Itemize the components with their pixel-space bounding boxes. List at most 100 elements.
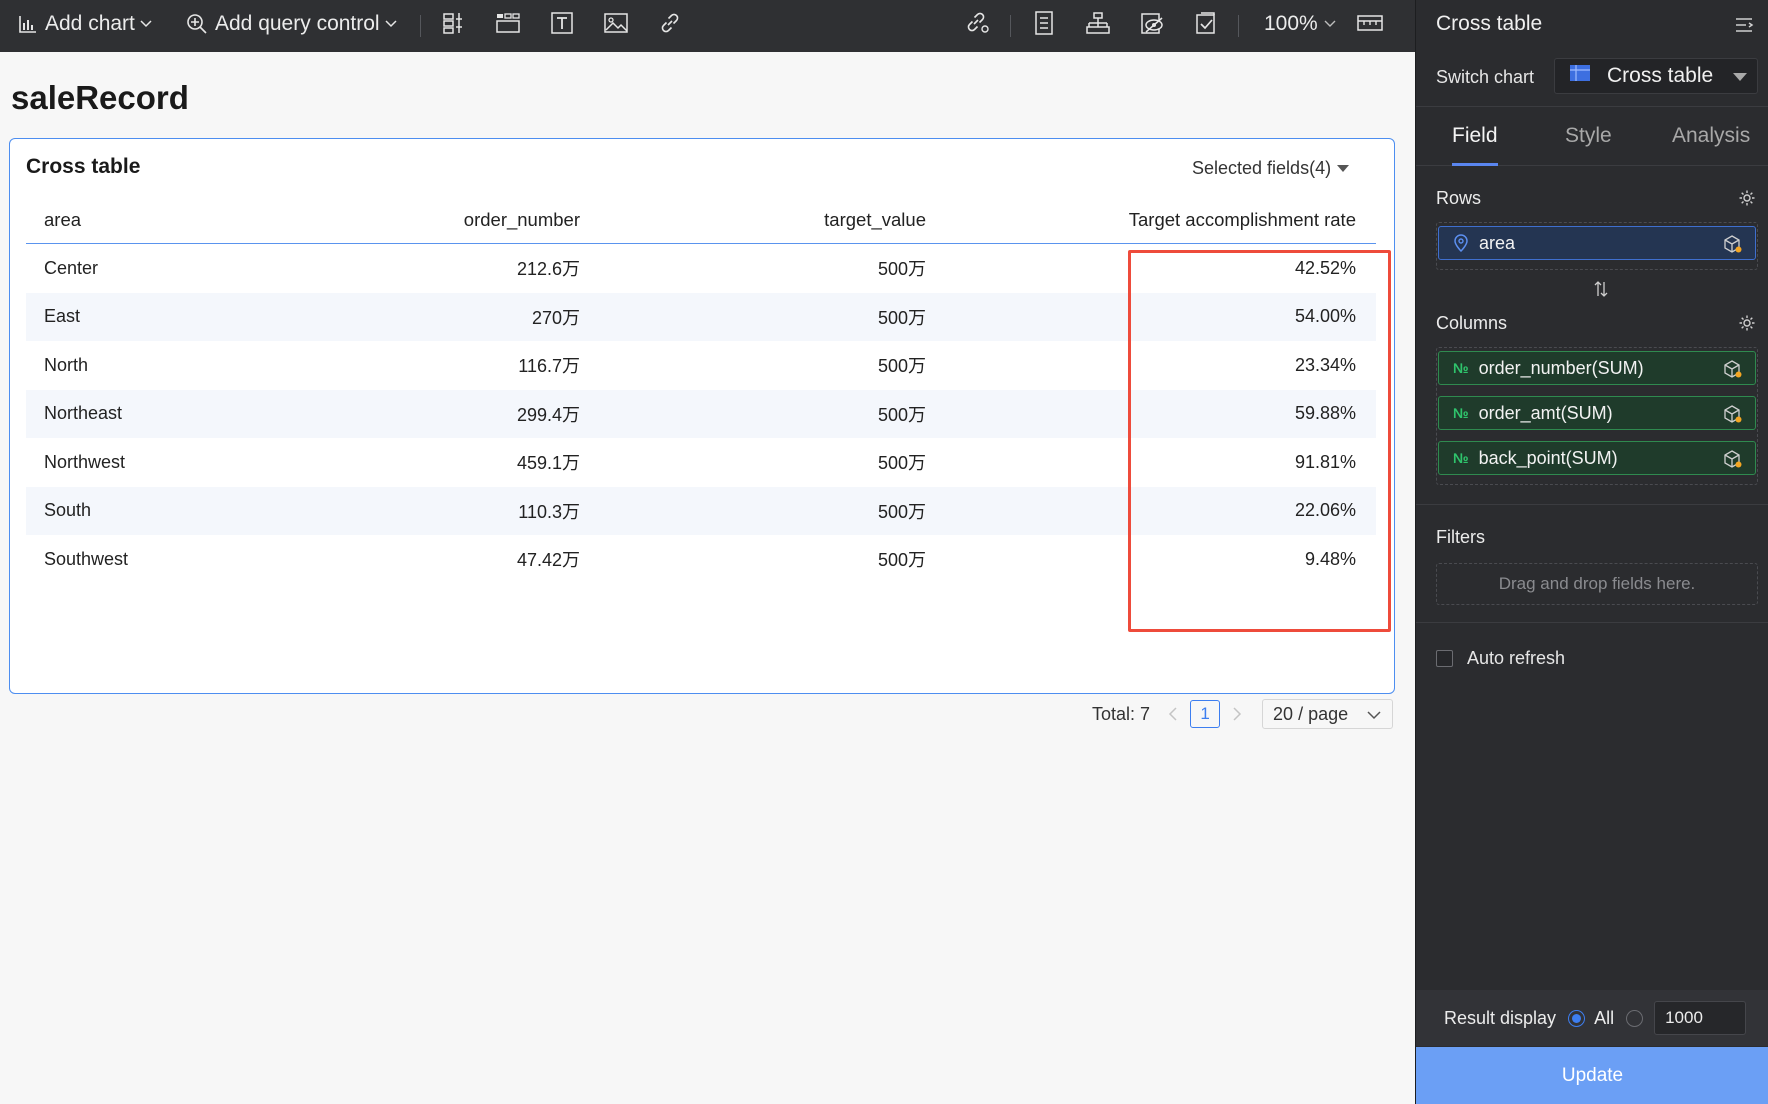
table-header: area order_number target_value Target ac…	[26, 196, 1376, 244]
page-size-select[interactable]: 20 / page	[1262, 699, 1394, 729]
selected-fields-label: Selected fields(4)	[1192, 158, 1332, 178]
cross-table-card[interactable]: Cross table Selected fields(4) area orde…	[9, 138, 1395, 729]
swap-rows-columns-icon[interactable]	[1594, 280, 1608, 303]
pagination-total: Total: 7	[1092, 703, 1151, 724]
column-header-accomplishment-rate[interactable]: Target accomplishment rate	[932, 209, 1376, 231]
tab-style[interactable]: Style	[1565, 124, 1612, 148]
checklist-icon[interactable]	[1192, 9, 1220, 37]
panel-title: Cross table	[1436, 12, 1543, 35]
column-header-order-number[interactable]: order_number	[296, 209, 586, 231]
bar-chart-icon	[18, 14, 38, 34]
cell-area: Northwest	[44, 451, 126, 472]
toolbar-divider	[1010, 15, 1011, 37]
tab-container-icon[interactable]	[494, 9, 522, 37]
report-icon[interactable]	[1030, 9, 1058, 37]
tab-analysis[interactable]: Analysis	[1672, 124, 1750, 148]
cell-area: South	[44, 500, 92, 521]
cell-area: Center	[44, 257, 99, 278]
toolbar-divider	[1238, 15, 1239, 37]
column-field-name: back_point(SUM)	[1478, 447, 1618, 468]
cell-order-number: 116.7万	[518, 356, 580, 377]
cell-target-value: 500万	[877, 501, 926, 522]
collapse-menu-icon[interactable]	[1734, 16, 1754, 39]
rows-settings-icon[interactable]	[1738, 189, 1756, 212]
column-field-pill[interactable]: № back_point(SUM)	[1438, 441, 1756, 475]
column-field-pill[interactable]: № order_amt(SUM)	[1438, 396, 1756, 430]
toolbar-divider	[420, 15, 421, 37]
cell-target-value: 500万	[877, 307, 926, 328]
add-chart-button[interactable]: Add chart	[18, 12, 153, 36]
column-header-area[interactable]: area	[26, 209, 296, 231]
cell-accomplishment-rate: 54.00%	[1294, 306, 1356, 327]
card-title: Cross table	[26, 155, 141, 178]
column-field-name: order_amt(SUM)	[1478, 402, 1613, 423]
page-number-button[interactable]: 1	[1190, 700, 1221, 728]
table-row: Southwest 47.42万 500万 9.48%	[26, 535, 1376, 584]
next-page-icon[interactable]	[1226, 703, 1248, 725]
auto-refresh-checkbox[interactable]	[1436, 650, 1453, 667]
table-row: North 116.7万 500万 23.34%	[26, 341, 1376, 390]
cell-accomplishment-rate: 91.81%	[1294, 451, 1356, 472]
update-button[interactable]: Update	[1416, 1047, 1768, 1104]
cell-accomplishment-rate: 22.06%	[1294, 500, 1356, 521]
chevron-down-icon	[1366, 704, 1382, 725]
cell-order-number: 212.6万	[516, 259, 580, 280]
link-icon[interactable]	[656, 9, 684, 37]
ruler-icon[interactable]	[1356, 9, 1384, 37]
add-query-control-button[interactable]: Add query control	[186, 12, 398, 36]
switch-chart-label: Switch chart	[1436, 67, 1535, 87]
cell-target-value: 500万	[877, 259, 926, 280]
org-structure-icon[interactable]	[1084, 9, 1112, 37]
cube-icon[interactable]	[1723, 234, 1743, 259]
cube-icon[interactable]	[1723, 359, 1743, 384]
zoom-level: 100%	[1264, 12, 1318, 35]
cell-order-number: 459.1万	[516, 453, 580, 474]
section-divider	[1416, 504, 1768, 505]
zoom-dropdown[interactable]: 100%	[1264, 12, 1336, 36]
chart-config-panel: Cross table Switch chart Cross table Fie…	[1415, 0, 1768, 1104]
filter-layout-icon[interactable]	[440, 9, 468, 37]
chevron-down-icon	[139, 19, 153, 29]
numeric-field-icon: №	[1453, 405, 1469, 421]
preview-hidden-icon[interactable]	[1138, 9, 1166, 37]
table-row: South 110.3万 500万 22.06%	[26, 486, 1376, 535]
column-field-pill[interactable]: № order_number(SUM)	[1438, 351, 1756, 385]
cell-area: Northeast	[44, 403, 123, 424]
image-icon[interactable]	[602, 9, 630, 37]
filters-drop-zone[interactable]: Drag and drop fields here.	[1436, 563, 1758, 605]
table-row: Center 212.6万 500万 42.52%	[26, 244, 1376, 293]
pagination: Total: 7 1 20 / page	[1092, 699, 1394, 729]
columns-label: Columns	[1436, 313, 1508, 333]
result-limit-radio[interactable]	[1626, 1009, 1644, 1027]
selected-fields-dropdown[interactable]: Selected fields(4)	[1192, 158, 1350, 179]
table-row: Northeast 299.4万 500万 59.88%	[26, 389, 1376, 438]
switch-chart-select[interactable]: Cross table	[1554, 58, 1758, 94]
cube-icon[interactable]	[1723, 404, 1743, 429]
cell-order-number: 270万	[531, 307, 580, 328]
link-settings-icon[interactable]	[964, 9, 992, 37]
row-field-pill[interactable]: area	[1438, 226, 1756, 260]
column-header-target-value[interactable]: target_value	[586, 209, 932, 231]
cell-accomplishment-rate: 9.48%	[1304, 548, 1356, 569]
cross-table-icon	[1569, 64, 1591, 88]
rows-label: Rows	[1436, 188, 1482, 208]
page-title: saleRecord	[11, 79, 189, 116]
tab-field[interactable]: Field	[1452, 124, 1498, 148]
auto-refresh-label: Auto refresh	[1467, 648, 1566, 668]
cell-area: Southwest	[44, 548, 129, 569]
auto-refresh-option[interactable]: Auto refresh	[1436, 648, 1565, 669]
cell-order-number: 110.3万	[518, 501, 580, 522]
chevron-down-icon	[1324, 20, 1336, 28]
result-all-radio[interactable]	[1568, 1009, 1586, 1027]
cell-target-value: 500万	[877, 453, 926, 474]
cell-area: North	[44, 354, 89, 375]
cube-icon[interactable]	[1723, 449, 1743, 474]
text-box-icon[interactable]	[548, 9, 576, 37]
prev-page-icon[interactable]	[1162, 703, 1184, 725]
result-limit-input[interactable]	[1654, 1001, 1747, 1035]
column-field-name: order_number(SUM)	[1478, 357, 1644, 378]
cell-order-number: 299.4万	[516, 404, 580, 425]
columns-settings-icon[interactable]	[1738, 314, 1756, 337]
row-field-name: area	[1479, 232, 1516, 253]
table-row: Northwest 459.1万 500万 91.81%	[26, 438, 1376, 487]
